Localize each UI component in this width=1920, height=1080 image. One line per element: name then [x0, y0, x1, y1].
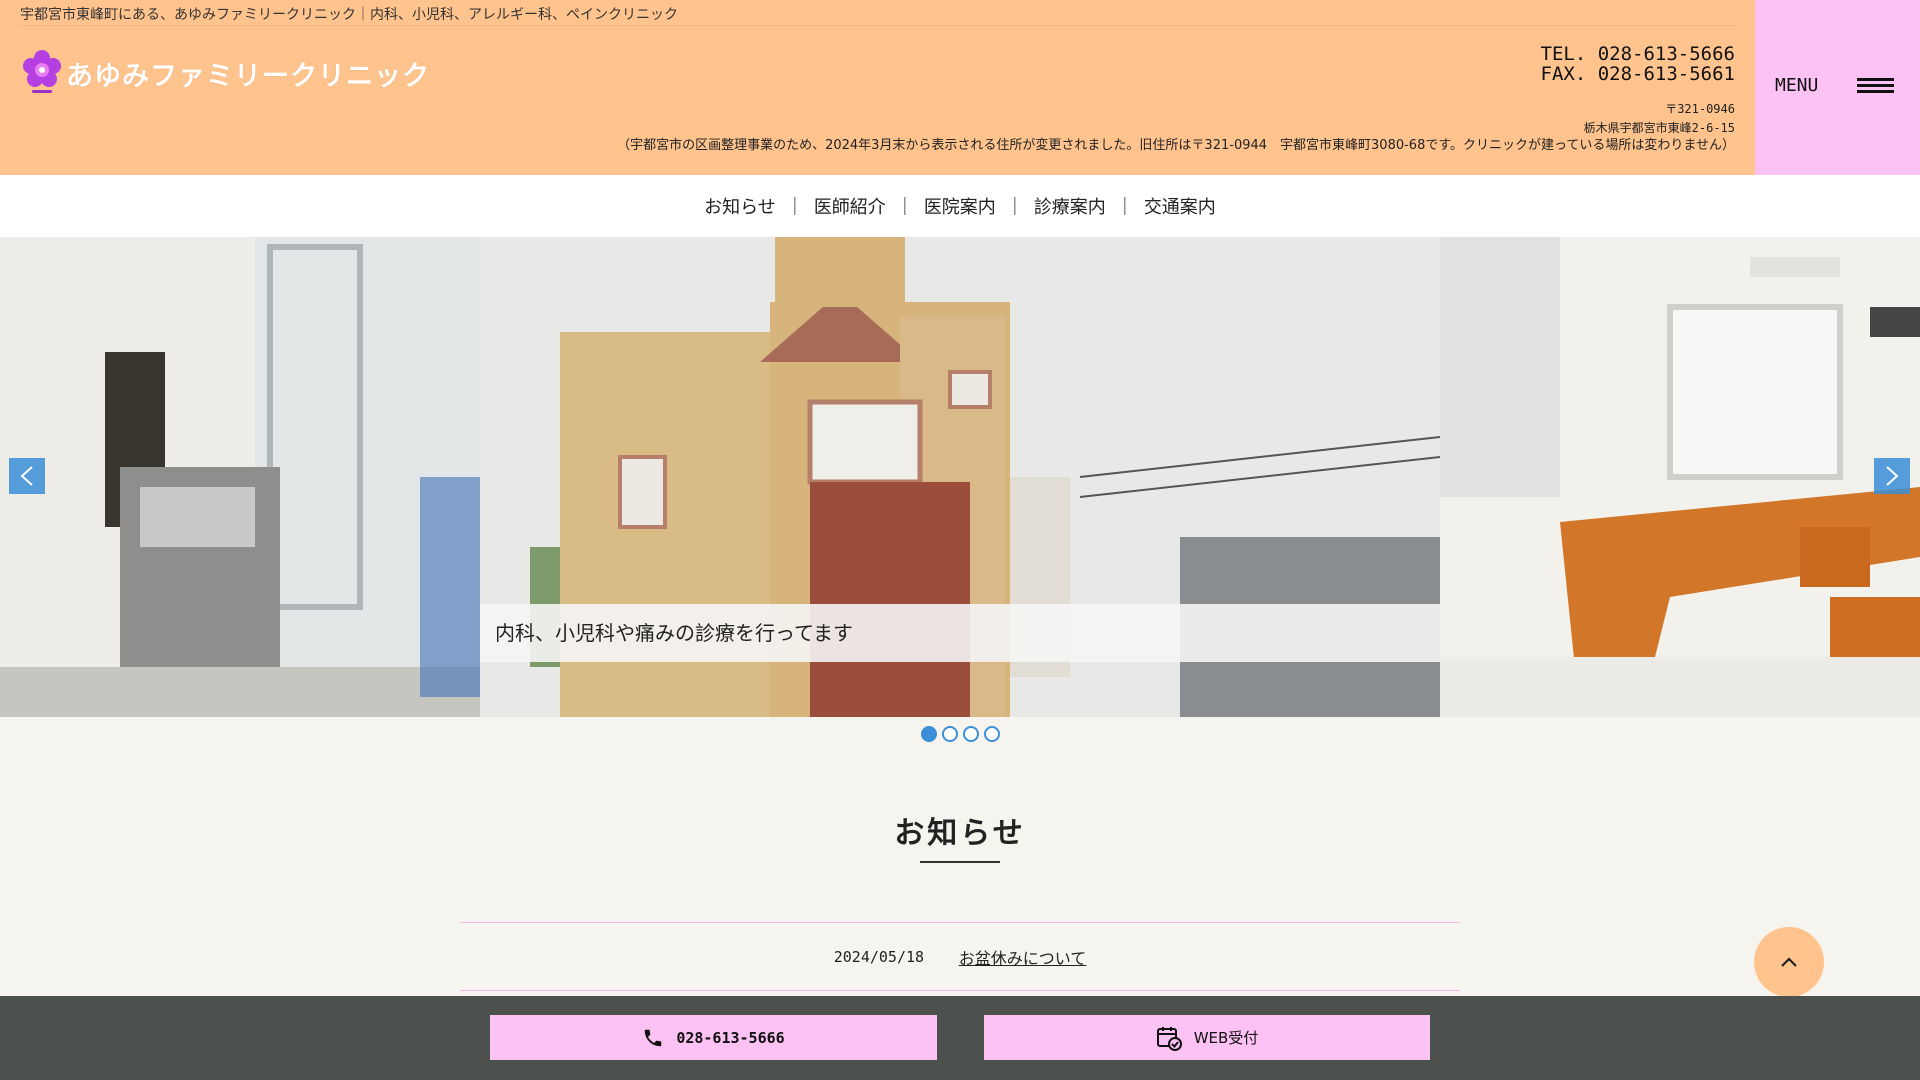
chevron-left-icon [20, 466, 33, 486]
flower-logo-icon [20, 48, 64, 98]
slider-dot[interactable] [920, 726, 937, 742]
nav-separator: ｜ [895, 197, 914, 218]
bottom-action-bar: 028-613-5666 WEB受付 [0, 996, 1920, 1080]
address-change-notice: （宇都宮市の区画整理事業のため、2024年3月末から表示される住所が変更されまし… [617, 138, 1735, 153]
site-header: 宇都宮市東峰町にある、あゆみファミリークリニック｜内科、小児科、アレルギー科、ペ… [0, 0, 1920, 175]
slide-exam-room-photo [0, 237, 480, 717]
call-button-label: 028-613-5666 [676, 1028, 785, 1047]
news-link[interactable]: お盆休みについて [959, 945, 1087, 969]
postal-code: 〒321-0946 [1665, 102, 1735, 116]
calendar-check-icon [1156, 1026, 1182, 1051]
contact-info: TEL. 028-613-5666 FAX. 028-613-5661 〒321… [1541, 44, 1735, 138]
web-reservation-label: WEB受付 [1193, 1029, 1259, 1047]
slider-caption: 内科、小児科や痛みの診療を行ってます [480, 604, 1440, 662]
nav-separator: ｜ [1115, 197, 1134, 218]
title-underline [920, 861, 1000, 863]
chevron-up-icon [1781, 957, 1797, 967]
slider-dot[interactable] [962, 726, 979, 742]
call-button[interactable]: 028-613-5666 [490, 1015, 937, 1060]
news-date: 2024/05/18 [833, 947, 925, 966]
header-divider [20, 25, 1735, 26]
slider-dot[interactable] [983, 726, 1000, 742]
site-logo[interactable]: あゆみファミリークリニック [20, 48, 430, 98]
slide-waiting-room-photo [1440, 237, 1920, 717]
site-tagline: 宇都宮市東峰町にある、あゆみファミリークリニック｜内科、小児科、アレルギー科、ペ… [20, 7, 678, 23]
main-nav: お知らせ ｜ 医師紹介 ｜ 医院案内 ｜ 診療案内 ｜ 交通案内 [0, 175, 1920, 237]
phone-icon [645, 1029, 662, 1046]
nav-item-medical[interactable]: 診療案内 [1024, 193, 1116, 219]
nav-separator: ｜ [1005, 197, 1024, 218]
list-item: 2024/05/18 お盆休みについて [460, 922, 1460, 990]
nav-item-access[interactable]: 交通案内 [1134, 193, 1226, 219]
header-tel[interactable]: TEL. 028-613-5666 [1541, 44, 1735, 64]
slide-building-photo: 内科、小児科や痛みの診療を行ってます [480, 237, 1440, 717]
back-to-top-button[interactable] [1754, 927, 1824, 997]
menu-label: MENU [1775, 75, 1819, 96]
chevron-right-icon [1886, 466, 1899, 486]
web-reservation-button[interactable]: WEB受付 [984, 1015, 1430, 1060]
header-fax: FAX. 028-613-5661 [1540, 63, 1735, 85]
hamburger-icon [1857, 78, 1894, 94]
slider-dots [0, 726, 1920, 742]
nav-item-news[interactable]: お知らせ [694, 193, 786, 219]
slider-next-button[interactable] [1874, 458, 1910, 494]
nav-item-doctor[interactable]: 医師紹介 [804, 193, 896, 219]
slider-prev-button[interactable] [9, 458, 45, 494]
image-slider[interactable]: 内科、小児科や痛みの診療を行ってます [0, 237, 1920, 717]
news-section-title: お知らせ [894, 816, 1026, 851]
nav-separator: ｜ [785, 197, 804, 218]
menu-button[interactable]: MENU [1755, 0, 1920, 175]
logo-text: あゆみファミリークリニック [66, 60, 430, 92]
nav-item-clinic[interactable]: 医院案内 [914, 193, 1006, 219]
slider-dot[interactable] [941, 726, 958, 742]
